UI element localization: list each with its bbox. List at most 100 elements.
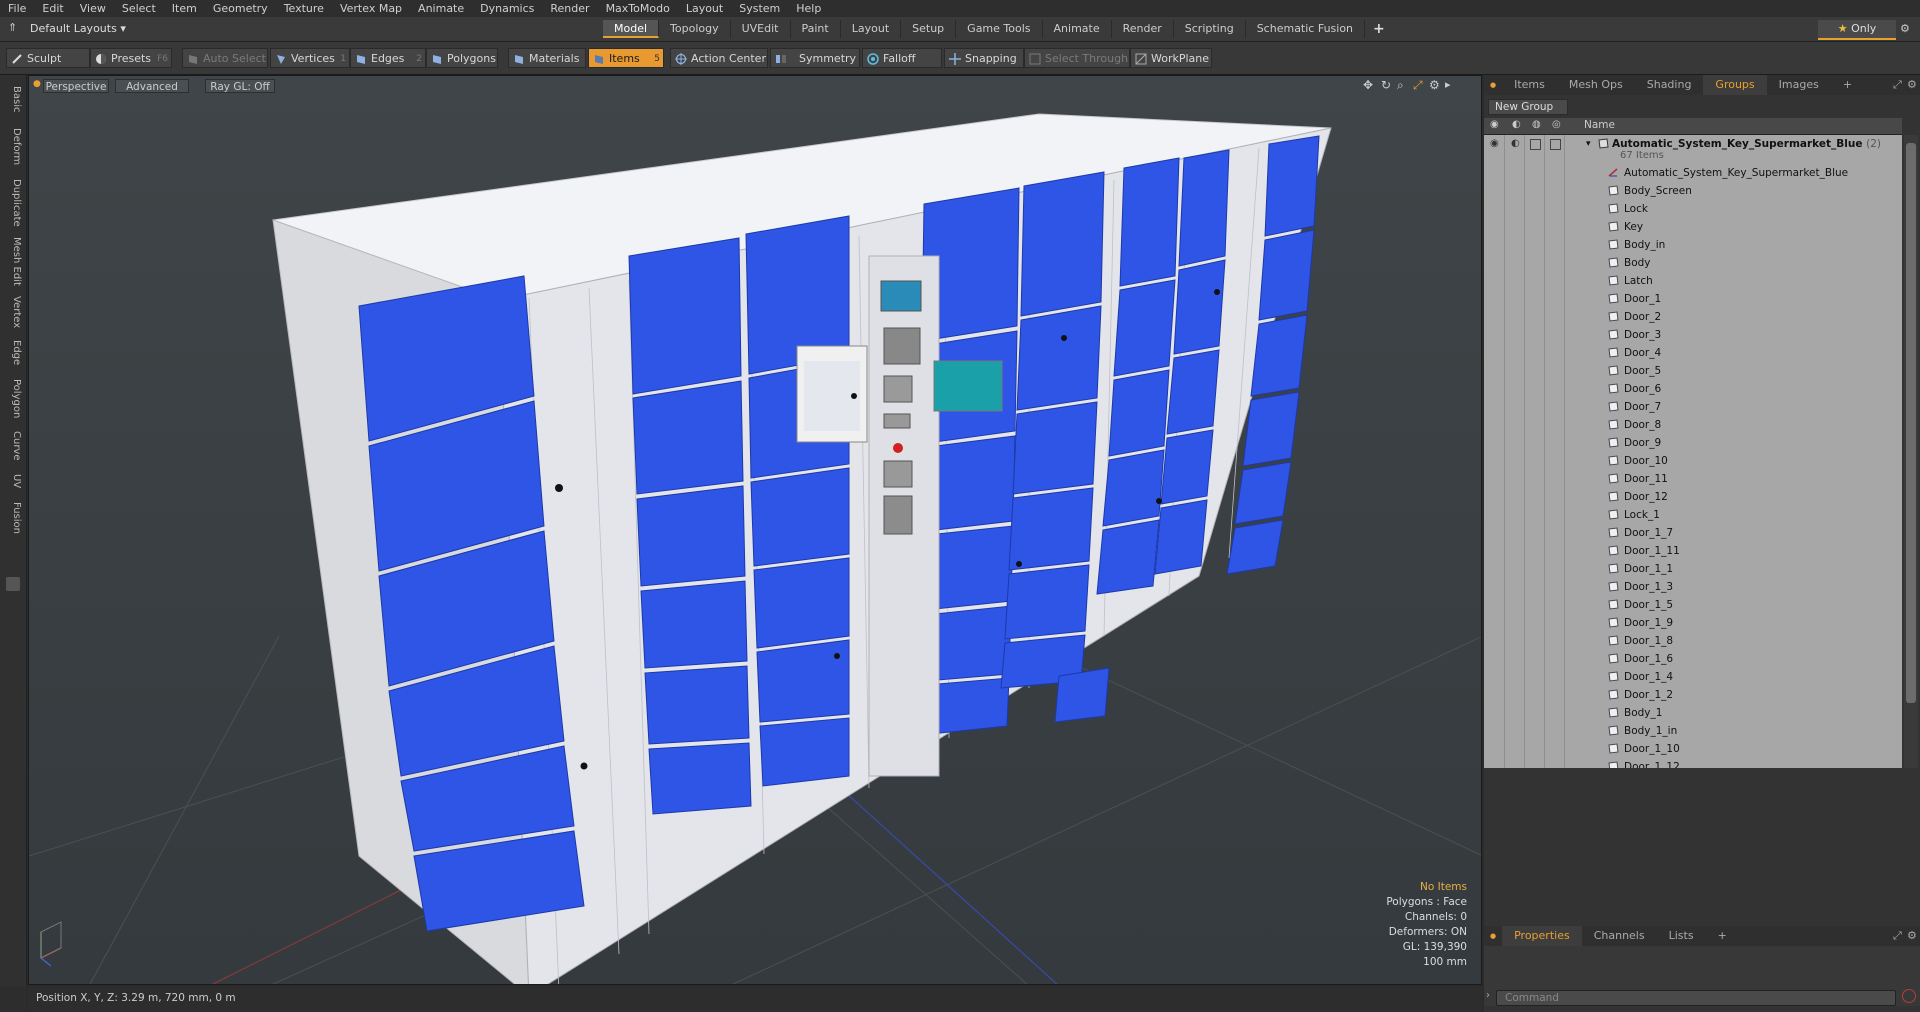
menu-item-render[interactable]: Render [542, 0, 597, 17]
snapping-button[interactable]: Snapping [944, 48, 1024, 68]
list-item[interactable]: Door_7 [1484, 398, 1902, 416]
layout-dropdown[interactable]: Default Layouts ▾ [30, 21, 126, 37]
materials-button[interactable]: Materials [508, 48, 586, 68]
list-item[interactable]: Door_1 [1484, 290, 1902, 308]
gear-icon[interactable]: ⚙ [1900, 20, 1916, 38]
layout-arrow-icon[interactable]: ⇑ [8, 21, 17, 34]
list-item[interactable]: Door_11 [1484, 470, 1902, 488]
workplane-button[interactable]: WorkPlane [1130, 48, 1212, 68]
presets-button[interactable]: Presets F6 [90, 48, 172, 68]
list-item[interactable]: Body_in [1484, 236, 1902, 254]
left-tab-polygon[interactable]: Polygon [4, 375, 22, 423]
menu-item-geometry[interactable]: Geometry [205, 0, 276, 17]
list-item[interactable]: Body_1_in [1484, 722, 1902, 740]
list-item[interactable]: Door_1_4 [1484, 668, 1902, 686]
menu-item-vertex-map[interactable]: Vertex Map [332, 0, 410, 17]
list-item[interactable]: Door_1_1 [1484, 560, 1902, 578]
menu-item-help[interactable]: Help [788, 0, 829, 17]
viewport-gear-icon[interactable]: ⚙ [1429, 78, 1440, 92]
list-item[interactable]: Door_9 [1484, 434, 1902, 452]
panel-tab-groups[interactable]: Groups [1703, 75, 1767, 95]
bottom-expand-icon[interactable]: ⤢ [1893, 929, 1902, 943]
list-item[interactable]: Door_8 [1484, 416, 1902, 434]
menu-item-file[interactable]: File [0, 0, 34, 17]
list-item[interactable]: Door_1_5 [1484, 596, 1902, 614]
panel-tab-mesh-ops[interactable]: Mesh Ops [1557, 75, 1635, 95]
edges-button[interactable]: Edges 2 [350, 48, 426, 68]
left-tab-vertex[interactable]: Vertex [4, 293, 22, 331]
action-center-button[interactable]: Action Center [670, 48, 768, 68]
left-tab-curve[interactable]: Curve [4, 429, 22, 463]
list-item[interactable]: Door_4 [1484, 344, 1902, 362]
list-item[interactable]: Latch [1484, 272, 1902, 290]
tab-animate[interactable]: Animate [1043, 20, 1112, 38]
perspective-dropdown[interactable]: Perspective [43, 79, 109, 93]
zoom-view-icon[interactable]: ⌕ [1397, 78, 1404, 93]
menu-item-maxtomodo[interactable]: MaxToModo [598, 0, 678, 17]
add-panel-tab-icon[interactable]: + [1831, 75, 1864, 95]
add-tab-icon[interactable]: + [1365, 20, 1393, 38]
list-item[interactable]: Door_1_3 [1484, 578, 1902, 596]
vertices-button[interactable]: Vertices 1 [270, 48, 350, 68]
left-tab-mesh-edit[interactable]: Mesh Edit [4, 235, 22, 287]
left-tab-basic[interactable]: Basic [4, 81, 22, 117]
tab-schematic-fusion[interactable]: Schematic Fusion [1246, 20, 1366, 38]
tab-uvedit[interactable]: UVEdit [731, 20, 791, 38]
symmetry-button[interactable]: Symmetry [770, 48, 860, 68]
list-item[interactable]: Lock_1 [1484, 506, 1902, 524]
list-item[interactable]: Door_1_10 [1484, 740, 1902, 758]
raygl-toggle[interactable]: Ray GL: Off [205, 79, 275, 93]
command-input[interactable]: Command [1496, 990, 1896, 1006]
bottom-gear-icon[interactable]: ⚙ [1907, 929, 1917, 942]
menu-item-texture[interactable]: Texture [276, 0, 332, 17]
viewport-menu-arrow-icon[interactable]: ▸ [1445, 78, 1451, 91]
list-scrollbar[interactable] [1904, 135, 1918, 768]
falloff-button[interactable]: Falloff [862, 48, 942, 68]
menu-item-dynamics[interactable]: Dynamics [472, 0, 542, 17]
panel-expand-icon[interactable]: ⤢ [1893, 78, 1902, 92]
menu-item-layout[interactable]: Layout [678, 0, 731, 17]
panel-gear-icon[interactable]: ⚙ [1907, 78, 1917, 91]
list-item[interactable]: Door_1_11 [1484, 542, 1902, 560]
rotate-view-icon[interactable]: ↻ [1381, 78, 1391, 92]
move-view-icon[interactable]: ✥ [1363, 78, 1373, 92]
menu-item-item[interactable]: Item [164, 0, 205, 17]
list-item[interactable]: Key [1484, 218, 1902, 236]
fit-view-icon[interactable]: ⤢ [1413, 78, 1423, 93]
tab-model[interactable]: Model [603, 20, 660, 38]
left-tab-edge[interactable]: Edge [4, 337, 22, 369]
left-tab-duplicate[interactable]: Duplicate [4, 177, 22, 229]
tab-game-tools[interactable]: Game Tools [956, 20, 1043, 38]
left-tab-fusion[interactable]: Fusion [4, 499, 22, 537]
tab-paint[interactable]: Paint [791, 20, 841, 38]
left-tab-deform[interactable]: Deform [4, 123, 22, 171]
list-item[interactable]: Door_6 [1484, 380, 1902, 398]
scrollbar-thumb[interactable] [1906, 143, 1916, 703]
menu-item-edit[interactable]: Edit [34, 0, 71, 17]
polygons-button[interactable]: Polygons [426, 48, 498, 68]
tab-topology[interactable]: Topology [659, 20, 731, 38]
tab-scripting[interactable]: Scripting [1174, 20, 1246, 38]
list-item[interactable]: Door_1_7 [1484, 524, 1902, 542]
list-item[interactable]: Door_1_2 [1484, 686, 1902, 704]
panel-tab-shading[interactable]: Shading [1635, 75, 1704, 95]
list-item[interactable]: Door_1_8 [1484, 632, 1902, 650]
panel-tab-items[interactable]: Items [1502, 75, 1557, 95]
left-tab-collapse-button[interactable] [6, 577, 20, 591]
select-through-button[interactable]: Select Through [1024, 48, 1130, 68]
list-item[interactable]: Door_2 [1484, 308, 1902, 326]
list-item[interactable]: Door_1_9 [1484, 614, 1902, 632]
list-item[interactable]: Body_Screen [1484, 182, 1902, 200]
bottom-tab-channels[interactable]: Channels [1582, 926, 1657, 946]
list-item[interactable]: Door_10 [1484, 452, 1902, 470]
tab-layout[interactable]: Layout [841, 20, 902, 38]
list-item[interactable]: Body_1 [1484, 704, 1902, 722]
menu-item-select[interactable]: Select [114, 0, 164, 17]
add-bottom-tab-icon[interactable]: + [1706, 926, 1739, 946]
list-item[interactable]: Door_5 [1484, 362, 1902, 380]
bottom-tab-properties[interactable]: Properties [1502, 926, 1582, 946]
list-item[interactable]: Door_1_12 [1484, 758, 1902, 768]
only-button[interactable]: ★ Only [1818, 20, 1896, 40]
list-item[interactable]: Automatic_System_Key_Supermarket_Blue [1484, 164, 1902, 182]
menu-item-system[interactable]: System [731, 0, 788, 17]
